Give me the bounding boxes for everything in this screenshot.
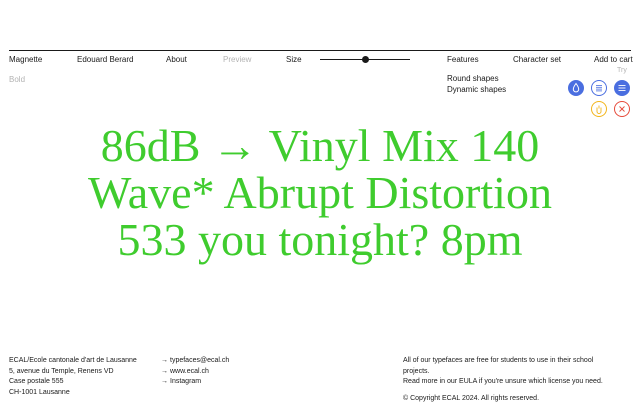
top-divider bbox=[9, 50, 631, 51]
feature-dynamic-shapes[interactable]: Dynamic shapes bbox=[447, 85, 506, 95]
cancel-icon bbox=[619, 106, 625, 112]
link-instagram[interactable]: Instagram bbox=[170, 378, 201, 385]
nav-brand[interactable]: Magnette bbox=[9, 55, 42, 65]
size-slider-thumb[interactable] bbox=[362, 56, 369, 63]
arrow-icon: → bbox=[161, 357, 168, 364]
address-line-1: ECAL/Ecole cantonale d'art de Lausanne bbox=[9, 357, 137, 364]
drop-toggle[interactable] bbox=[568, 80, 584, 96]
footer-license: All of our typefaces are free for studen… bbox=[403, 356, 603, 388]
feature-round-shapes[interactable]: Round shapes bbox=[447, 74, 499, 84]
license-line-3[interactable]: Read more in our EULA if you're unsure w… bbox=[403, 377, 603, 388]
preview-line-1[interactable]: 86dB → Vinyl Mix 140 bbox=[0, 122, 640, 169]
align-lines-icon bbox=[596, 85, 602, 92]
cancel-toggle[interactable] bbox=[614, 101, 630, 117]
nav-designer[interactable]: Edouard Berard bbox=[77, 55, 133, 65]
menu-lines-toggle[interactable] bbox=[614, 80, 630, 96]
address-line-4: CH-1001 Lausanne bbox=[9, 388, 70, 396]
menu-lines-icon bbox=[618, 85, 626, 91]
license-line-1: All of our typefaces are free for studen… bbox=[403, 357, 594, 364]
address-line-3: Case postale 555 bbox=[9, 378, 64, 385]
size-label: Size bbox=[286, 55, 302, 64]
footer-address: ECAL/Ecole cantonale d'art de Lausanne 5… bbox=[9, 356, 137, 398]
preview-line-2[interactable]: Wave* Abrupt Distortion bbox=[0, 169, 640, 216]
drop-icon bbox=[572, 82, 580, 93]
arrow-icon: → bbox=[161, 378, 168, 385]
nav-about[interactable]: About bbox=[166, 55, 187, 65]
license-line-2: projects. bbox=[403, 367, 430, 375]
try-label[interactable]: Try bbox=[617, 66, 627, 76]
clip-toggle[interactable] bbox=[591, 101, 607, 117]
address-line-2: 5, avenue du Temple, Renens VD bbox=[9, 367, 114, 375]
footer-copyright: © Copyright ECAL 2024. All rights reserv… bbox=[403, 395, 540, 402]
nav-preview[interactable]: Preview bbox=[223, 55, 251, 65]
nav-character-set[interactable]: Character set bbox=[513, 55, 561, 65]
size-slider[interactable] bbox=[320, 55, 410, 65]
type-preview[interactable]: 86dB → Vinyl Mix 140 Wave* Abrupt Distor… bbox=[0, 122, 640, 263]
align-lines-toggle[interactable] bbox=[591, 80, 607, 96]
preview-line-3[interactable]: 533 you tonight? 8pm bbox=[0, 216, 640, 263]
clip-icon bbox=[596, 105, 602, 114]
weight-label[interactable]: Bold bbox=[9, 75, 25, 85]
nav-features[interactable]: Features bbox=[447, 55, 479, 65]
nav-add-to-cart[interactable]: Add to cart bbox=[594, 55, 633, 65]
footer-links: → typefaces@ecal.ch → www.ecal.ch → Instagr… bbox=[161, 356, 229, 388]
link-email[interactable]: typefaces@ecal.ch bbox=[170, 357, 229, 364]
link-website[interactable]: www.ecal.ch bbox=[170, 368, 209, 375]
arrow-icon: → bbox=[161, 367, 168, 375]
